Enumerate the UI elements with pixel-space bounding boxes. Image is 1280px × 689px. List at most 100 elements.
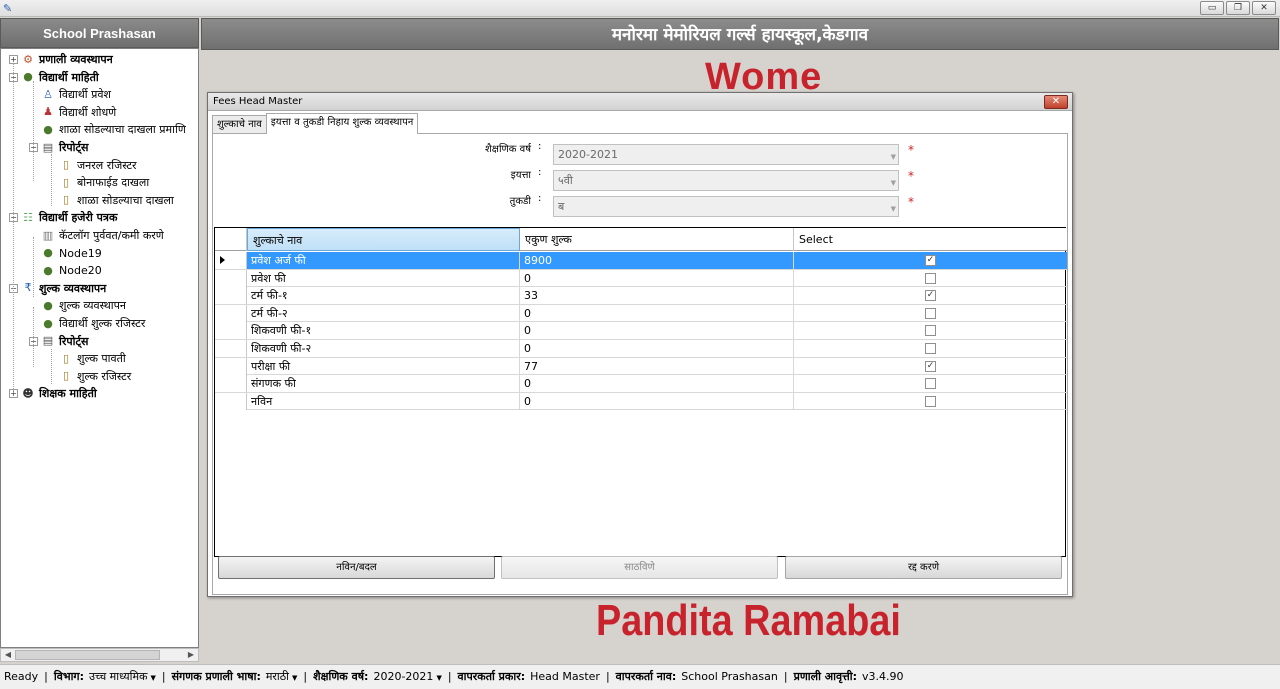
total-fee-cell[interactable]: 77 bbox=[520, 357, 794, 375]
report-icon: ▤ bbox=[42, 140, 54, 154]
student-icon: ● bbox=[43, 316, 53, 330]
tree-item[interactable]: − ₹ शुल्क व्यवस्थापन bbox=[9, 280, 106, 297]
checkbox-checked[interactable]: ✓ bbox=[925, 255, 936, 266]
tab-fee-name[interactable]: शुल्काचे नाव bbox=[212, 115, 267, 134]
dialog-tabs: शुल्काचे नाव इयत्ता व तुकडी निहाय शुल्क … bbox=[212, 113, 419, 134]
row-header[interactable] bbox=[215, 252, 247, 269]
new-edit-button[interactable]: नविन/बदल bbox=[218, 556, 495, 579]
tree-item[interactable]: − ● विद्यार्थी माहिती bbox=[9, 69, 99, 86]
tree-item[interactable]: ♟ विद्यार्थी शोधणे bbox=[41, 104, 116, 121]
tree-item[interactable]: ▥ कॅटलॉग पुर्ववत/कमी करणे bbox=[41, 227, 164, 244]
required-marker: * bbox=[908, 169, 914, 183]
tab-class-division-fees[interactable]: इयत्ता व तुकडी निहाय शुल्क व्यवस्थापन bbox=[265, 113, 419, 134]
scrollbar-thumb[interactable] bbox=[15, 650, 160, 660]
close-button[interactable]: ✕ bbox=[1252, 1, 1276, 15]
column-header-fee-name[interactable]: शुल्काचे नाव bbox=[247, 228, 520, 251]
total-fee-cell[interactable]: 0 bbox=[520, 269, 794, 287]
tree-item-label: Node19 bbox=[59, 246, 102, 260]
fee-name-cell[interactable]: परीक्षा फी bbox=[247, 357, 520, 375]
tree-item[interactable]: + ⚙ प्रणाली व्यवस्थापन bbox=[9, 51, 113, 68]
table-row[interactable]: संगणक फी 0 bbox=[215, 375, 1067, 393]
tree-item[interactable]: ▯ बोनाफाईड दाखला bbox=[59, 174, 149, 191]
fee-name-cell[interactable]: संगणक फी bbox=[247, 375, 520, 393]
status-year-select[interactable]: 2020-2021 ▼ bbox=[373, 665, 441, 689]
tree-item[interactable]: ♙ विद्यार्थी प्रवेश bbox=[41, 86, 111, 103]
fee-name-cell[interactable]: नविन bbox=[247, 392, 520, 410]
table-row[interactable]: नविन 0 bbox=[215, 392, 1067, 411]
tree-item[interactable]: ● शाळा सोडल्याचा दाखला प्रमाणि bbox=[41, 121, 186, 138]
checkbox-unchecked[interactable] bbox=[925, 307, 936, 319]
scroll-left-arrow-icon[interactable]: ◀ bbox=[1, 649, 15, 661]
row-header[interactable] bbox=[215, 269, 247, 287]
dropdown-arrow-icon: ▼ bbox=[436, 674, 442, 682]
tree-item[interactable]: − ☷ विद्यार्थी हजेरी पत्रक bbox=[9, 209, 117, 226]
checkbox-unchecked[interactable] bbox=[925, 325, 936, 337]
save-button[interactable]: साठविणे bbox=[501, 556, 778, 579]
total-fee-cell[interactable]: 8900 bbox=[520, 252, 794, 269]
tree-item-label: विद्यार्थी शोधणे bbox=[59, 105, 117, 119]
checkbox-unchecked[interactable] bbox=[925, 395, 936, 407]
tree-item[interactable]: ● Node19 bbox=[41, 245, 102, 262]
tree-item[interactable]: ● Node20 bbox=[41, 262, 102, 279]
row-header[interactable] bbox=[215, 392, 247, 410]
fee-name-cell[interactable]: टर्म फी-१ bbox=[247, 287, 520, 305]
minimize-button[interactable]: ▭ bbox=[1200, 1, 1224, 15]
tree-item[interactable]: − ▤ रिपोर्ट्स bbox=[29, 333, 88, 350]
tree-item[interactable]: ▯ शुल्क पावती bbox=[59, 350, 126, 367]
row-header[interactable] bbox=[215, 357, 247, 375]
fee-name-cell[interactable]: टर्म फी-२ bbox=[247, 304, 520, 322]
fee-name-cell[interactable]: प्रवेश अर्ज फी bbox=[247, 252, 520, 269]
checkbox-checked[interactable]: ✓ bbox=[925, 360, 936, 372]
table-row[interactable]: शिकवणी फी-१ 0 bbox=[215, 322, 1067, 340]
row-header[interactable] bbox=[215, 322, 247, 340]
total-fee-cell[interactable]: 0 bbox=[520, 375, 794, 393]
column-header-select[interactable]: Select bbox=[794, 228, 1067, 251]
language-select[interactable]: मराठी ▼ bbox=[266, 665, 298, 689]
row-header[interactable] bbox=[215, 340, 247, 357]
fee-name-cell[interactable]: शिकवणी फी-१ bbox=[247, 322, 520, 340]
fee-name-cell[interactable]: प्रवेश फी bbox=[247, 269, 520, 287]
table-row[interactable]: प्रवेश फी 0 bbox=[215, 269, 1067, 288]
tree-item-label: शुल्क व्यवस्थापन bbox=[39, 281, 107, 295]
fee-name-cell[interactable]: शिकवणी फी-२ bbox=[247, 340, 520, 357]
checkbox-unchecked[interactable] bbox=[925, 378, 936, 390]
table-row[interactable]: परीक्षा फी 77 ✓ bbox=[215, 357, 1067, 376]
row-header[interactable] bbox=[215, 375, 247, 393]
tree-item[interactable]: − ▤ रिपोर्ट्स bbox=[29, 139, 88, 156]
row-header[interactable] bbox=[215, 287, 247, 305]
table-row[interactable]: प्रवेश अर्ज फी 8900 ✓ bbox=[215, 252, 1067, 270]
column-header-total-fee[interactable]: एकुण शुल्क bbox=[520, 228, 794, 251]
tree-item[interactable]: ▯ जनरल रजिस्टर bbox=[59, 157, 137, 174]
table-row[interactable]: शिकवणी फी-२ 0 bbox=[215, 340, 1067, 358]
division-select[interactable]: ब ▼ bbox=[553, 196, 899, 217]
total-fee-cell[interactable]: 0 bbox=[520, 392, 794, 410]
table-row[interactable]: टर्म फी-२ 0 bbox=[215, 304, 1067, 323]
checkbox-unchecked[interactable] bbox=[925, 272, 936, 284]
total-fee-cell[interactable]: 0 bbox=[520, 322, 794, 340]
total-fee-cell[interactable]: 0 bbox=[520, 304, 794, 322]
tree-item[interactable]: ▯ शाळा सोडल्याचा दाखला bbox=[59, 192, 174, 209]
tree-item[interactable]: + ☻ शिक्षक माहिती bbox=[9, 385, 97, 402]
class-select[interactable]: ५वी ▼ bbox=[553, 170, 899, 191]
cancel-button[interactable]: रद्द करणे bbox=[785, 556, 1062, 579]
dropdown-arrow-icon: ▼ bbox=[890, 205, 896, 213]
tree-item[interactable]: ● विद्यार्थी शुल्क रजिस्टर bbox=[41, 315, 145, 332]
tree-item[interactable]: ▯ शुल्क रजिस्टर bbox=[59, 368, 131, 385]
checkbox-unchecked[interactable] bbox=[925, 343, 936, 354]
select-cell bbox=[794, 305, 1067, 322]
checkbox-checked[interactable]: ✓ bbox=[925, 290, 936, 302]
academic-year-select[interactable]: 2020-2021 ▼ bbox=[553, 144, 899, 165]
tree-horizontal-scrollbar[interactable]: ◀ ▶ bbox=[0, 648, 199, 662]
row-header[interactable] bbox=[215, 304, 247, 322]
tree-connector-line bbox=[33, 307, 34, 367]
scroll-right-arrow-icon[interactable]: ▶ bbox=[184, 649, 198, 661]
restore-button[interactable]: ❐ bbox=[1226, 1, 1250, 15]
department-select[interactable]: उच्च माध्यमिक ▼ bbox=[89, 665, 156, 689]
document-icon: ▯ bbox=[62, 369, 70, 383]
table-row[interactable]: टर्म फी-१ 33 ✓ bbox=[215, 287, 1067, 305]
dialog-close-button[interactable]: ✕ bbox=[1044, 95, 1068, 109]
total-fee-cell[interactable]: 0 bbox=[520, 340, 794, 357]
tree-item[interactable]: ● शुल्क व्यवस्थापन bbox=[41, 297, 126, 314]
document-icon: ▯ bbox=[62, 175, 70, 189]
total-fee-cell[interactable]: 33 bbox=[520, 287, 794, 305]
